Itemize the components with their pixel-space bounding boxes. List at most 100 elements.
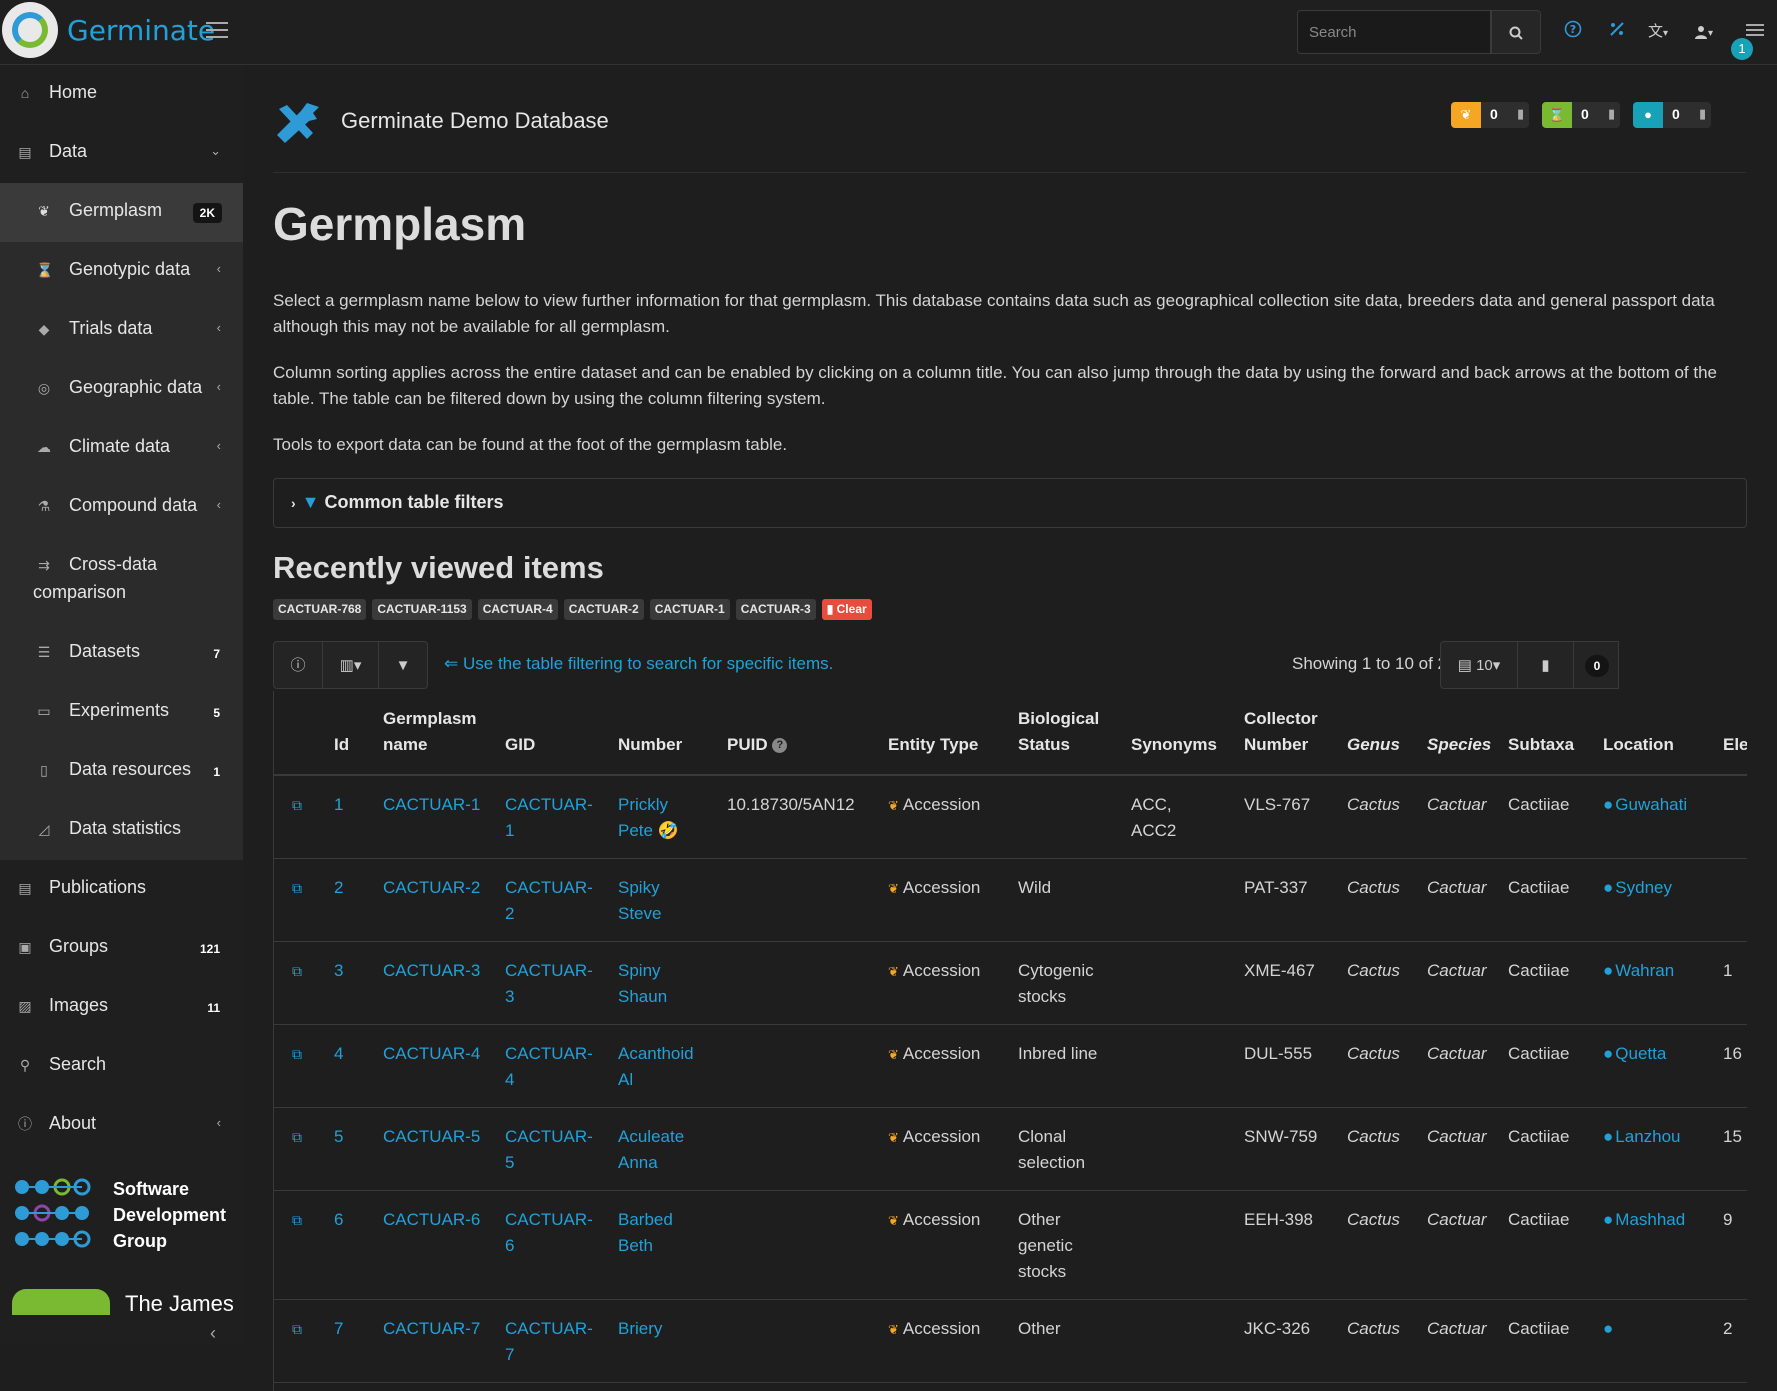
sdg-logo[interactable]: Software Development Group xyxy=(12,1175,232,1255)
open-details-icon[interactable]: ⧉ xyxy=(274,963,302,979)
sidebar-item-genotypic[interactable]: ⌛ Genotypic data ‹ xyxy=(0,242,243,301)
column-header-synonyms[interactable]: Synonyms xyxy=(1131,691,1244,776)
sidebar-item-climate[interactable]: ☁ Climate data ‹ xyxy=(0,419,243,478)
column-header-number[interactable]: Number xyxy=(618,691,727,776)
column-header-id[interactable]: Id xyxy=(334,691,383,776)
cell-number[interactable]: Shaun xyxy=(618,987,667,1006)
cell-number[interactable]: Anna xyxy=(618,1153,658,1172)
cell-location[interactable]: Lanzhou xyxy=(1615,1127,1680,1146)
user-menu-icon[interactable]: ▾ xyxy=(1694,19,1713,47)
cell-number[interactable]: Spiny xyxy=(618,961,661,980)
cell-germplasm-name[interactable]: CACTUAR-7 xyxy=(383,1319,480,1338)
column-header-genus[interactable]: Genus xyxy=(1347,691,1427,776)
search-button[interactable] xyxy=(1491,10,1541,54)
column-header-location[interactable]: Location xyxy=(1603,691,1723,776)
language-menu-icon[interactable]: 文▾ xyxy=(1648,19,1668,47)
cell-gid[interactable]: CACTUAR- xyxy=(505,1044,593,1063)
column-header-entity-type[interactable]: Entity Type xyxy=(888,691,1018,776)
cell-number[interactable]: Briery xyxy=(618,1319,662,1338)
column-header-subtaxa[interactable]: Subtaxa xyxy=(1508,691,1603,776)
open-details-icon[interactable]: ⧉ xyxy=(274,1046,302,1062)
open-details-icon[interactable]: ⧉ xyxy=(274,797,302,813)
sidebar-item-data-statistics[interactable]: ◿ Data statistics xyxy=(0,801,243,860)
cell-gid[interactable]: 2 xyxy=(505,904,514,923)
cell-id[interactable]: 3 xyxy=(334,961,343,980)
cell-germplasm-name[interactable]: CACTUAR-1 xyxy=(383,795,480,814)
cell-number[interactable]: Aculeate xyxy=(618,1127,684,1146)
search-field[interactable] xyxy=(1297,10,1491,54)
cell-germplasm-name[interactable]: CACTUAR-3 xyxy=(383,961,480,980)
column-header-gid[interactable]: GID xyxy=(505,691,618,776)
cell-gid[interactable]: 7 xyxy=(505,1345,514,1364)
cell-germplasm-name[interactable]: CACTUAR-4 xyxy=(383,1044,480,1063)
brand-name[interactable]: Germinate xyxy=(67,14,215,47)
cell-gid[interactable]: 1 xyxy=(505,821,514,840)
column-header-collector-number[interactable]: Collector Number xyxy=(1244,691,1347,776)
cell-gid[interactable]: CACTUAR- xyxy=(505,1319,593,1338)
cell-gid[interactable]: CACTUAR- xyxy=(505,878,593,897)
open-details-icon[interactable]: ⧉ xyxy=(274,1129,302,1145)
sidebar-toggle-icon[interactable] xyxy=(206,22,228,40)
locations-basket[interactable]: ● 0 ▮ xyxy=(1633,102,1711,128)
filter-hint[interactable]: ⇐ Use the table filtering to search for … xyxy=(444,654,833,674)
column-header-name[interactable]: Germplasm name xyxy=(383,691,505,776)
sidebar-item-data[interactable]: ▤ Data ⌄ xyxy=(0,124,243,183)
cell-location[interactable]: Wahran xyxy=(1615,961,1674,980)
cell-location[interactable]: Mashhad xyxy=(1615,1210,1685,1229)
column-header-puid[interactable]: PUID ? xyxy=(727,691,888,776)
sidebar-collapse-icon[interactable]: ‹ xyxy=(210,1323,216,1344)
open-details-icon[interactable]: ⧉ xyxy=(274,1321,302,1337)
cell-number[interactable]: Acanthoid xyxy=(618,1044,694,1063)
germinate-logo[interactable] xyxy=(2,2,58,58)
cell-id[interactable]: 7 xyxy=(334,1319,343,1338)
clear-recent-button[interactable]: ▮ Clear xyxy=(821,599,872,620)
cell-id[interactable]: 5 xyxy=(334,1127,343,1146)
sidebar-item-images[interactable]: ▨ Images 11 xyxy=(0,978,243,1037)
cell-germplasm-name[interactable]: CACTUAR-6 xyxy=(383,1210,480,1229)
cell-number[interactable]: Pete 🤣 xyxy=(618,821,679,840)
cell-gid[interactable]: CACTUAR- xyxy=(505,1127,593,1146)
cell-number[interactable]: Barbed xyxy=(618,1210,673,1229)
cell-number[interactable]: Beth xyxy=(618,1236,653,1255)
cell-number[interactable]: Al xyxy=(618,1070,633,1089)
table-filter-button[interactable]: ▼ xyxy=(378,641,428,689)
trash-icon[interactable]: ▮ xyxy=(1608,106,1615,122)
sidebar-item-geographic[interactable]: ◎ Geographic data ‹ xyxy=(0,360,243,419)
column-header-elevation[interactable]: Elev xyxy=(1723,691,1747,776)
cell-germplasm-name[interactable]: CACTUAR-5 xyxy=(383,1127,480,1146)
cell-gid[interactable]: CACTUAR- xyxy=(505,795,593,814)
cell-germplasm-name[interactable]: CACTUAR-2 xyxy=(383,878,480,897)
recent-item-chip[interactable]: CACTUAR-768 xyxy=(273,599,367,620)
search-input[interactable] xyxy=(1298,11,1490,53)
sidebar-item-compound[interactable]: ⚗ Compound data ‹ xyxy=(0,478,243,537)
sidebar-item-germplasm[interactable]: ❦ Germplasm 2K xyxy=(0,183,243,242)
trash-icon[interactable]: ▮ xyxy=(1699,106,1706,122)
common-table-filters[interactable]: › ▼ Common table filters xyxy=(273,478,1747,528)
sidebar-item-search[interactable]: ⚲ Search xyxy=(0,1037,243,1096)
sidebar-item-cross-data[interactable]: ⇉ Cross-data comparison xyxy=(0,537,243,624)
cell-id[interactable]: 1 xyxy=(334,795,343,814)
column-header-species[interactable]: Species xyxy=(1427,691,1508,776)
cell-location[interactable]: Quetta xyxy=(1615,1044,1666,1063)
cell-location[interactable]: Guwahati xyxy=(1615,795,1687,814)
markers-basket[interactable]: ⌛ 0 ▮ xyxy=(1542,102,1620,128)
cell-location[interactable]: Sydney xyxy=(1615,878,1672,897)
help-icon[interactable]: ? xyxy=(1564,19,1582,45)
cell-number[interactable]: Prickly xyxy=(618,795,668,814)
cell-id[interactable]: 6 xyxy=(334,1210,343,1229)
recent-item-chip[interactable]: CACTUAR-2 xyxy=(563,599,644,620)
clear-selection-button[interactable]: ▮ xyxy=(1517,641,1574,689)
column-selector-button[interactable]: ▥▾ xyxy=(322,641,379,689)
cell-gid[interactable]: 4 xyxy=(505,1070,514,1089)
theme-toggle-icon[interactable] xyxy=(1608,19,1626,45)
germplasm-basket[interactable]: ❦ 0 ▮ xyxy=(1451,102,1529,128)
cell-number[interactable]: Steve xyxy=(618,904,661,923)
sidebar-item-trials[interactable]: ◆ Trials data ‹ xyxy=(0,301,243,360)
sidebar-item-groups[interactable]: ▣ Groups 121 xyxy=(0,919,243,978)
table-help-button[interactable]: ⓘ xyxy=(273,641,323,689)
cell-gid[interactable]: 6 xyxy=(505,1236,514,1255)
cell-id[interactable]: 2 xyxy=(334,878,343,897)
james-hutton-logo[interactable]: The James xyxy=(12,1281,242,1321)
recent-item-chip[interactable]: CACTUAR-1153 xyxy=(372,599,472,620)
column-header-biological-status[interactable]: Biological Status xyxy=(1018,691,1131,776)
